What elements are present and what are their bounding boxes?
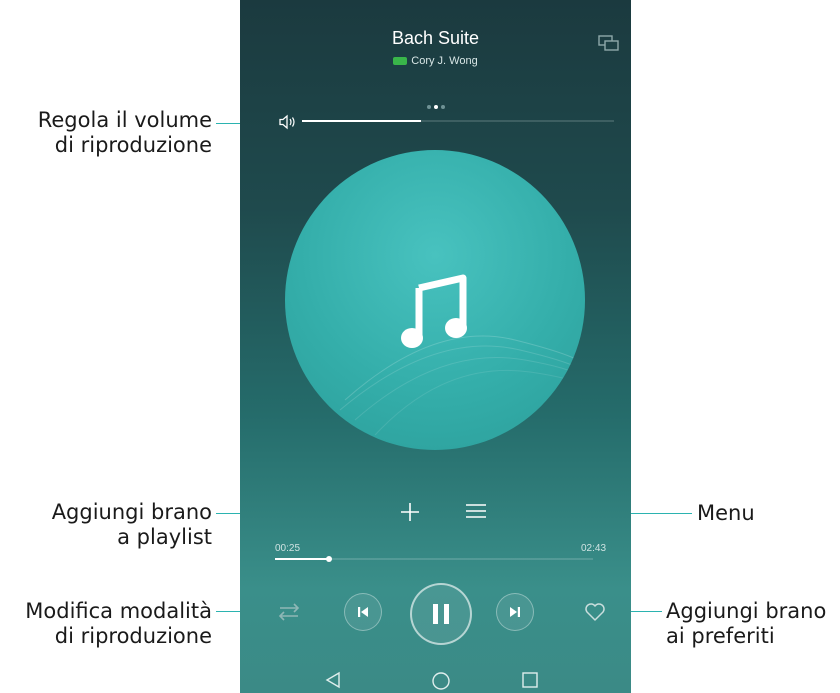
song-title: Bach Suite — [391, 28, 480, 48]
artist-name: Cory J. Wong — [411, 55, 478, 67]
page-dot-active — [434, 105, 438, 109]
music-note-icon — [401, 270, 471, 355]
total-time: 02:43 — [581, 543, 607, 554]
page-dot — [441, 105, 445, 109]
progress-bar[interactable] — [275, 556, 593, 562]
shuffle-icon — [278, 603, 300, 621]
music-player-screen: Bach Suite Cory J. Wong 00:25 02:43 — [240, 0, 631, 693]
progress-bar-fill — [275, 558, 330, 560]
nav-home-button[interactable] — [431, 671, 451, 693]
elapsed-time: 00:25 — [275, 543, 301, 554]
page-dot — [427, 105, 431, 109]
callout-favorites: Aggiungi brano ai preferiti — [666, 599, 827, 648]
favorite-button[interactable] — [584, 602, 606, 627]
artist-row: Cory J. Wong — [240, 55, 631, 67]
quality-badge — [393, 57, 408, 66]
callout-play-mode: Modifica modalità di riproduzione — [25, 599, 212, 648]
progress-knob[interactable] — [326, 556, 333, 562]
next-button[interactable] — [496, 593, 534, 631]
back-icon — [325, 671, 340, 689]
add-to-playlist-button[interactable] — [398, 500, 422, 524]
album-cover — [285, 150, 585, 450]
cast-icon[interactable] — [598, 35, 620, 58]
nav-recents-button[interactable] — [521, 671, 539, 693]
volume-slider[interactable] — [302, 120, 614, 122]
menu-button[interactable] — [465, 502, 487, 520]
recents-icon — [522, 672, 538, 688]
pause-icon — [433, 604, 449, 624]
nav-back-button[interactable] — [325, 671, 341, 693]
play-mode-button[interactable] — [278, 602, 302, 627]
pause-button[interactable] — [410, 583, 472, 645]
previous-button[interactable] — [344, 593, 382, 631]
plus-icon — [401, 503, 419, 521]
page-indicator — [427, 96, 448, 114]
heart-icon — [585, 603, 605, 621]
home-icon — [432, 672, 450, 690]
callout-menu: Menu — [697, 501, 755, 525]
skip-previous-icon — [358, 607, 368, 617]
callout-volume: Regola il volume di riproduzione — [37, 108, 212, 157]
skip-next-icon — [510, 607, 520, 617]
volume-icon[interactable] — [278, 114, 298, 135]
volume-slider-fill — [302, 120, 421, 122]
callout-add-playlist: Aggiungi brano a playlist — [51, 500, 212, 549]
menu-icon — [466, 504, 486, 518]
system-nav-bar — [240, 665, 631, 693]
